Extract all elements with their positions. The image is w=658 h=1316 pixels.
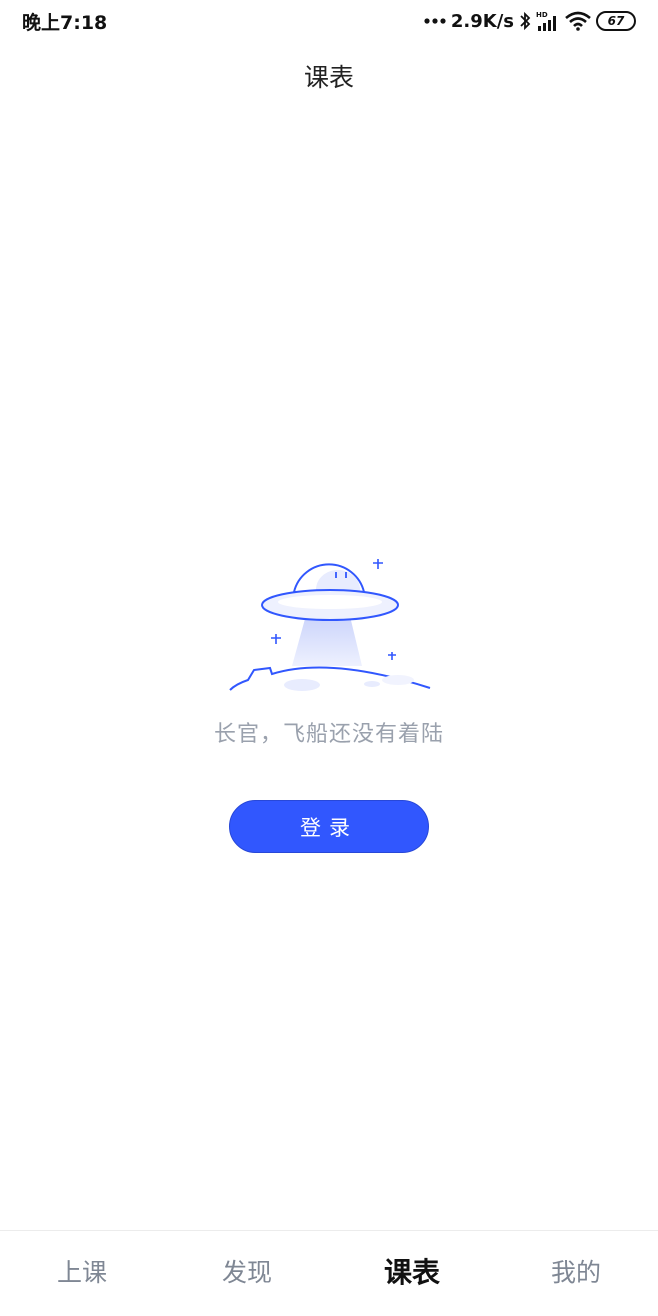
tab-discover[interactable]: 发现 bbox=[187, 1253, 307, 1289]
status-icons: 2.9K/s HD 67 bbox=[424, 8, 636, 34]
bluetooth-icon bbox=[520, 11, 531, 31]
net-speed: 2.9K/s bbox=[450, 10, 514, 32]
battery-icon: 67 bbox=[596, 11, 636, 31]
status-time: 晚上7:18 bbox=[22, 12, 108, 34]
wifi-icon bbox=[565, 11, 591, 31]
tab-label: 我的 bbox=[550, 1258, 601, 1287]
status-bar: 晚上7:18 2.9K/s HD 67 bbox=[0, 0, 658, 42]
svg-text:HD: HD bbox=[536, 11, 548, 19]
tab-label: 上课 bbox=[56, 1258, 107, 1287]
bottom-tab-bar: 上课 发现 课表 我的 bbox=[0, 1230, 658, 1316]
empty-state-message: 长官，飞船还没有着陆 bbox=[213, 722, 444, 747]
battery-level: 67 bbox=[607, 14, 625, 28]
login-button[interactable]: 登录 bbox=[229, 800, 429, 853]
tab-schedule[interactable]: 课表 bbox=[352, 1251, 472, 1291]
tab-label: 课表 bbox=[383, 1256, 440, 1289]
tab-label: 发现 bbox=[221, 1258, 272, 1287]
page-title: 课表 bbox=[303, 63, 354, 92]
hd-signal-icon: HD bbox=[536, 11, 556, 31]
tab-me[interactable]: 我的 bbox=[516, 1253, 636, 1289]
ufo-landing-illustration bbox=[229, 559, 431, 691]
tab-attend-class[interactable]: 上课 bbox=[22, 1253, 142, 1289]
dots-icon bbox=[424, 18, 446, 24]
